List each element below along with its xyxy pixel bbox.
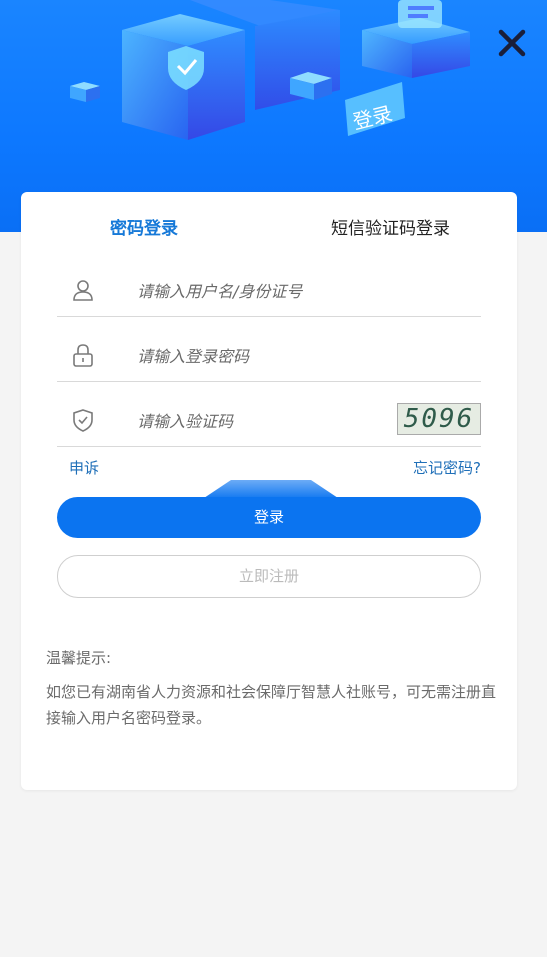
captcha-field: 5096 (57, 394, 481, 447)
register-button[interactable]: 立即注册 (57, 555, 481, 598)
username-field (57, 264, 481, 317)
password-field (57, 329, 481, 382)
tips-title: 温馨提示: (46, 649, 112, 667)
close-icon (498, 29, 526, 57)
forgot-password-link[interactable]: 忘记密码? (413, 457, 481, 478)
login-button[interactable]: 登录 (57, 497, 481, 538)
tips-body: 如您已有湖南省人力资源和社会保障厅智慧人社账号，可无需注册直接输入用户名密码登录… (46, 683, 497, 727)
password-input[interactable] (135, 341, 379, 371)
username-input[interactable] (135, 276, 379, 306)
tab-sms-login[interactable]: 短信验证码登录 (331, 214, 450, 239)
user-icon (73, 280, 93, 301)
captcha-input[interactable] (135, 406, 359, 436)
appeal-link[interactable]: 申诉 (69, 457, 99, 478)
close-button[interactable] (495, 26, 529, 60)
tab-password-login[interactable]: 密码登录 (110, 214, 178, 239)
captcha-image[interactable]: 5096 (397, 403, 481, 435)
lock-icon (73, 344, 93, 367)
shield-check-icon (73, 409, 93, 432)
login-card: 密码登录 短信验证码登录 5096 申诉 忘记密码? (21, 192, 517, 790)
